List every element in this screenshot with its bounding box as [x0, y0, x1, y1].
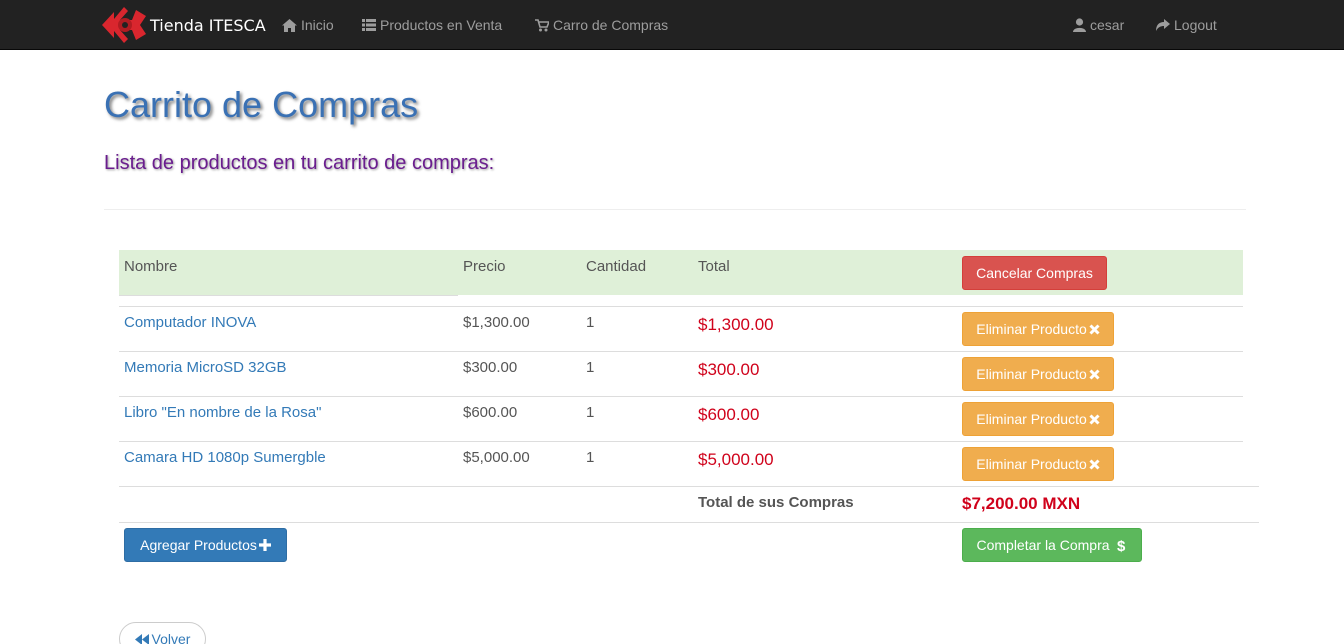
cancel-purchase-button[interactable]: Cancelar Compras — [962, 256, 1107, 290]
product-qty: 1 — [586, 404, 595, 421]
product-name[interactable]: Libro "En nombre de la Rosa" — [124, 404, 321, 421]
row-divider — [119, 486, 1259, 487]
product-name[interactable]: Computador INOVA — [124, 314, 256, 331]
svg-text:$: $ — [1117, 538, 1126, 553]
remove-product-button[interactable]: Eliminar Producto — [962, 357, 1114, 391]
nav-user[interactable]: cesar — [1073, 0, 1124, 50]
nav-productos[interactable]: Productos en Venta — [362, 0, 502, 50]
close-icon — [1089, 323, 1100, 335]
product-price: $5,000.00 — [463, 449, 530, 466]
product-qty: 1 — [586, 449, 595, 466]
complete-purchase-button[interactable]: Completar la Compra $ — [962, 528, 1142, 562]
close-icon — [1089, 413, 1100, 425]
dollar-icon: $ — [1117, 538, 1126, 553]
grand-total-label: Total de sus Compras — [698, 494, 854, 511]
remove-product-label: Eliminar Producto — [976, 456, 1087, 472]
brand-link[interactable]: Tienda ITESCA — [98, 2, 266, 48]
cart-icon — [535, 18, 549, 31]
product-price: $300.00 — [463, 359, 518, 376]
list-icon — [362, 19, 376, 31]
nav-logout[interactable]: Logout — [1156, 0, 1217, 50]
nav-carro[interactable]: Carro de Compras — [535, 0, 668, 50]
header-precio: Precio — [463, 258, 506, 275]
remove-product-label: Eliminar Producto — [976, 321, 1087, 337]
back-label: Volver — [151, 631, 191, 644]
product-total: $1,300.00 — [698, 315, 774, 334]
complete-purchase-label: Completar la Compra — [976, 537, 1110, 553]
header-underline — [119, 295, 458, 296]
page-subtitle: Lista de productos en tu carrito de comp… — [104, 152, 495, 174]
plus-icon — [258, 539, 271, 551]
add-products-label: Agregar Productos — [140, 537, 257, 553]
product-total: $600.00 — [698, 405, 760, 424]
remove-product-label: Eliminar Producto — [976, 411, 1087, 427]
product-name[interactable]: Camara HD 1080p Sumergble — [124, 449, 326, 466]
nav-user-label: cesar — [1090, 17, 1125, 33]
add-products-button[interactable]: Agregar Productos — [124, 528, 287, 562]
remove-product-label: Eliminar Producto — [976, 366, 1087, 382]
product-total: $5,000.00 — [698, 450, 774, 469]
page-title: Carrito de Compras — [104, 84, 419, 125]
row-divider — [119, 396, 1243, 397]
product-name[interactable]: Memoria MicroSD 32GB — [124, 359, 287, 376]
close-icon — [1089, 368, 1100, 380]
header-nombre: Nombre — [124, 258, 178, 275]
brand-text: Tienda ITESCA — [150, 15, 266, 35]
back-button[interactable]: Volver — [119, 622, 206, 644]
close-icon — [1089, 458, 1100, 470]
remove-product-button[interactable]: Eliminar Producto — [962, 447, 1114, 481]
grand-total-value: $7,200.00 MXN — [962, 494, 1081, 513]
divider — [104, 209, 1246, 210]
nav-carro-label: Carro de Compras — [553, 17, 669, 33]
share-icon — [1156, 19, 1170, 31]
row-divider — [119, 351, 1243, 352]
row-divider — [119, 306, 1243, 307]
product-qty: 1 — [586, 359, 595, 376]
row-divider — [119, 441, 1243, 442]
backward-icon — [134, 633, 149, 644]
nav-inicio[interactable]: Inicio — [282, 0, 334, 50]
row-divider — [119, 522, 1259, 523]
home-icon — [282, 18, 297, 32]
product-qty: 1 — [586, 314, 595, 331]
navbar: Tienda ITESCA Inicio Productos en Venta … — [0, 0, 1344, 50]
itesca-logo-icon — [102, 7, 146, 43]
remove-product-button[interactable]: Eliminar Producto — [962, 402, 1114, 436]
user-icon — [1073, 18, 1086, 32]
header-cantidad: Cantidad — [586, 258, 647, 275]
remove-product-button[interactable]: Eliminar Producto — [962, 312, 1114, 346]
nav-logout-label: Logout — [1174, 17, 1217, 33]
product-price: $1,300.00 — [463, 314, 530, 331]
product-price: $600.00 — [463, 404, 518, 421]
header-total: Total — [698, 258, 730, 275]
nav-productos-label: Productos en Venta — [380, 17, 503, 33]
product-total: $300.00 — [698, 360, 760, 379]
nav-inicio-label: Inicio — [301, 17, 334, 33]
